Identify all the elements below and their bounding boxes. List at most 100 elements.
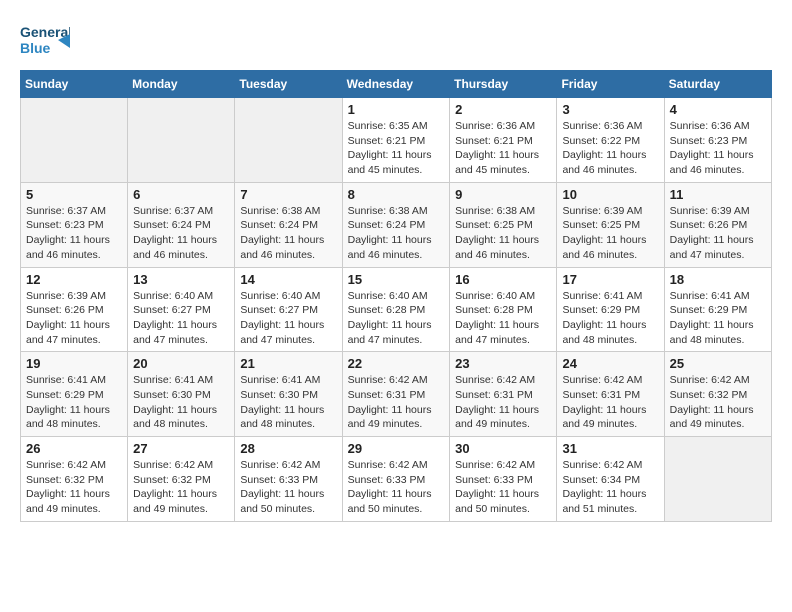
day-info: Sunrise: 6:38 AMSunset: 6:24 PMDaylight:… [240, 204, 336, 263]
day-info: Sunrise: 6:40 AMSunset: 6:28 PMDaylight:… [348, 289, 445, 348]
day-number: 7 [240, 187, 336, 202]
day-number: 23 [455, 356, 551, 371]
calendar-cell: 20 Sunrise: 6:41 AMSunset: 6:30 PMDayligh… [128, 352, 235, 437]
day-number: 26 [26, 441, 122, 456]
day-info: Sunrise: 6:42 AMSunset: 6:33 PMDaylight:… [348, 458, 445, 517]
day-number: 6 [133, 187, 229, 202]
day-info: Sunrise: 6:41 AMSunset: 6:29 PMDaylight:… [26, 373, 122, 432]
calendar-cell: 28Sunrise: 6:42 AMSunset: 6:33 PMDayligh… [235, 437, 342, 522]
calendar-cell: 29 Sunrise: 6:42 AMSunset: 6:33 PMDayligh… [342, 437, 450, 522]
day-number: 12 [26, 272, 122, 287]
day-number: 1 [348, 102, 445, 117]
calendar-week-row: 1 Sunrise: 6:35 AMSunset: 6:21 PMDaylight… [21, 98, 772, 183]
day-info: Sunrise: 6:42 AMSunset: 6:32 PMDaylight:… [670, 373, 766, 432]
day-info: Sunrise: 6:40 AMSunset: 6:27 PMDaylight:… [240, 289, 336, 348]
day-number: 28 [240, 441, 336, 456]
calendar-cell: 21Sunrise: 6:41 AMSunset: 6:30 PMDayligh… [235, 352, 342, 437]
day-info: Sunrise: 6:39 AMSunset: 6:25 PMDaylight:… [562, 204, 658, 263]
calendar-cell: 8 Sunrise: 6:38 AMSunset: 6:24 PMDaylight… [342, 182, 450, 267]
day-info: Sunrise: 6:36 AMSunset: 6:23 PMDaylight:… [670, 119, 766, 178]
day-number: 31 [562, 441, 658, 456]
day-info: Sunrise: 6:39 AMSunset: 6:26 PMDaylight:… [670, 204, 766, 263]
day-info: Sunrise: 6:42 AMSunset: 6:31 PMDaylight:… [562, 373, 658, 432]
calendar-day-header: Friday [557, 71, 664, 98]
calendar-cell: 26 Sunrise: 6:42 AMSunset: 6:32 PMDayligh… [21, 437, 128, 522]
calendar-cell: 3 Sunrise: 6:36 AMSunset: 6:22 PMDaylight… [557, 98, 664, 183]
day-info: Sunrise: 6:42 AMSunset: 6:34 PMDaylight:… [562, 458, 658, 517]
day-number: 29 [348, 441, 445, 456]
calendar-cell: 19 Sunrise: 6:41 AMSunset: 6:29 PMDayligh… [21, 352, 128, 437]
day-info: Sunrise: 6:37 AMSunset: 6:24 PMDaylight:… [133, 204, 229, 263]
day-info: Sunrise: 6:41 AMSunset: 6:30 PMDaylight:… [133, 373, 229, 432]
svg-text:General: General [20, 24, 70, 40]
day-info: Sunrise: 6:36 AMSunset: 6:22 PMDaylight:… [562, 119, 658, 178]
day-number: 25 [670, 356, 766, 371]
logo-svg: GeneralBlue [20, 20, 70, 60]
calendar-day-header: Wednesday [342, 71, 450, 98]
day-info: Sunrise: 6:42 AMSunset: 6:32 PMDaylight:… [133, 458, 229, 517]
day-info: Sunrise: 6:38 AMSunset: 6:25 PMDaylight:… [455, 204, 551, 263]
calendar-cell: 27 Sunrise: 6:42 AMSunset: 6:32 PMDayligh… [128, 437, 235, 522]
calendar-cell: 14 Sunrise: 6:40 AMSunset: 6:27 PMDayligh… [235, 267, 342, 352]
day-number: 30 [455, 441, 551, 456]
calendar-cell: 22Sunrise: 6:42 AMSunset: 6:31 PMDayligh… [342, 352, 450, 437]
calendar-cell: 31 Sunrise: 6:42 AMSunset: 6:34 PMDayligh… [557, 437, 664, 522]
calendar-cell: 24 Sunrise: 6:42 AMSunset: 6:31 PMDayligh… [557, 352, 664, 437]
day-number: 3 [562, 102, 658, 117]
day-number: 18 [670, 272, 766, 287]
day-number: 20 [133, 356, 229, 371]
day-info: Sunrise: 6:41 AMSunset: 6:29 PMDaylight:… [562, 289, 658, 348]
calendar-cell: 10 Sunrise: 6:39 AMSunset: 6:25 PMDayligh… [557, 182, 664, 267]
svg-text:Blue: Blue [20, 40, 51, 56]
page-header: GeneralBlue [20, 20, 772, 60]
calendar-cell: 17 Sunrise: 6:41 AMSunset: 6:29 PMDayligh… [557, 267, 664, 352]
calendar-cell [128, 98, 235, 183]
calendar-cell: 30Sunrise: 6:42 AMSunset: 6:33 PMDayligh… [450, 437, 557, 522]
day-info: Sunrise: 6:41 AMSunset: 6:29 PMDaylight:… [670, 289, 766, 348]
calendar-cell: 16 Sunrise: 6:40 AMSunset: 6:28 PMDayligh… [450, 267, 557, 352]
calendar-header-row: SundayMondayTuesdayWednesdayThursdayFrid… [21, 71, 772, 98]
day-info: Sunrise: 6:35 AMSunset: 6:21 PMDaylight:… [348, 119, 445, 178]
day-number: 24 [562, 356, 658, 371]
calendar-day-header: Tuesday [235, 71, 342, 98]
calendar-day-header: Saturday [664, 71, 771, 98]
calendar-cell: 6 Sunrise: 6:37 AMSunset: 6:24 PMDaylight… [128, 182, 235, 267]
day-number: 17 [562, 272, 658, 287]
day-info: Sunrise: 6:39 AMSunset: 6:26 PMDaylight:… [26, 289, 122, 348]
calendar-cell: 15Sunrise: 6:40 AMSunset: 6:28 PMDayligh… [342, 267, 450, 352]
day-number: 10 [562, 187, 658, 202]
calendar-week-row: 5 Sunrise: 6:37 AMSunset: 6:23 PMDaylight… [21, 182, 772, 267]
calendar-cell: 23 Sunrise: 6:42 AMSunset: 6:31 PMDayligh… [450, 352, 557, 437]
day-number: 2 [455, 102, 551, 117]
day-number: 8 [348, 187, 445, 202]
calendar-cell: 1 Sunrise: 6:35 AMSunset: 6:21 PMDaylight… [342, 98, 450, 183]
day-number: 13 [133, 272, 229, 287]
day-info: Sunrise: 6:42 AMSunset: 6:31 PMDaylight:… [348, 373, 445, 432]
calendar-cell: 13 Sunrise: 6:40 AMSunset: 6:27 PMDayligh… [128, 267, 235, 352]
day-number: 4 [670, 102, 766, 117]
day-info: Sunrise: 6:40 AMSunset: 6:28 PMDaylight:… [455, 289, 551, 348]
calendar-day-header: Thursday [450, 71, 557, 98]
day-number: 27 [133, 441, 229, 456]
calendar-cell: 7 Sunrise: 6:38 AMSunset: 6:24 PMDaylight… [235, 182, 342, 267]
day-number: 9 [455, 187, 551, 202]
day-info: Sunrise: 6:40 AMSunset: 6:27 PMDaylight:… [133, 289, 229, 348]
day-number: 14 [240, 272, 336, 287]
calendar-cell: 4 Sunrise: 6:36 AMSunset: 6:23 PMDaylight… [664, 98, 771, 183]
day-info: Sunrise: 6:41 AMSunset: 6:30 PMDaylight:… [240, 373, 336, 432]
logo: GeneralBlue [20, 20, 70, 60]
day-info: Sunrise: 6:36 AMSunset: 6:21 PMDaylight:… [455, 119, 551, 178]
day-info: Sunrise: 6:38 AMSunset: 6:24 PMDaylight:… [348, 204, 445, 263]
calendar-cell [235, 98, 342, 183]
day-number: 5 [26, 187, 122, 202]
day-info: Sunrise: 6:42 AMSunset: 6:32 PMDaylight:… [26, 458, 122, 517]
calendar-cell [664, 437, 771, 522]
calendar-cell: 11Sunrise: 6:39 AMSunset: 6:26 PMDayligh… [664, 182, 771, 267]
day-info: Sunrise: 6:37 AMSunset: 6:23 PMDaylight:… [26, 204, 122, 263]
day-number: 16 [455, 272, 551, 287]
day-info: Sunrise: 6:42 AMSunset: 6:31 PMDaylight:… [455, 373, 551, 432]
calendar-day-header: Monday [128, 71, 235, 98]
day-number: 19 [26, 356, 122, 371]
calendar-cell: 9 Sunrise: 6:38 AMSunset: 6:25 PMDaylight… [450, 182, 557, 267]
calendar-day-header: Sunday [21, 71, 128, 98]
